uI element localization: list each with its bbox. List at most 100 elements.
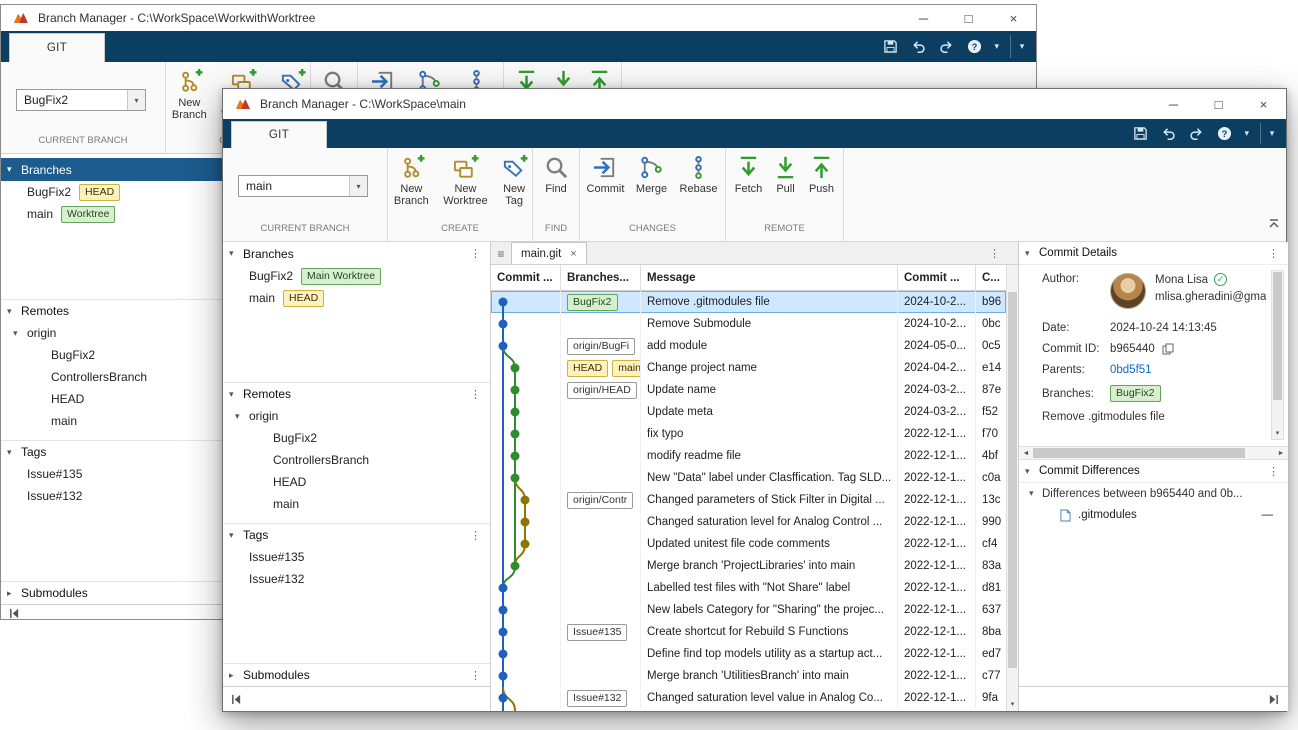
sidebar-section-header-tags[interactable]: ▾Tags <box>1 440 222 463</box>
tree-item[interactable]: mainWorktree <box>1 203 222 225</box>
kebab-menu-icon[interactable]: ⋮ <box>470 529 481 542</box>
tree-item[interactable]: BugFix2HEAD <box>1 181 222 203</box>
kebab-menu-icon[interactable]: ⋮ <box>989 247 1000 260</box>
minimize-button[interactable]: ─ <box>1151 89 1196 119</box>
tree-item[interactable]: BugFix2Main Worktree <box>223 265 490 287</box>
scroll-left-button[interactable]: ◄ <box>1019 450 1033 457</box>
ribbon-dropdown-icon[interactable]: ▾ <box>991 41 1002 52</box>
tree-item[interactable]: ▾origin <box>223 405 490 427</box>
tab-main-git[interactable]: main.git × <box>511 242 587 264</box>
current-branch-combobox[interactable]: main▾ <box>238 175 368 197</box>
commit-row[interactable]: origin/ContrChanged parameters of Stick … <box>491 489 1006 511</box>
column-header[interactable]: Branches... <box>561 265 641 290</box>
minimize-button[interactable]: ─ <box>901 5 946 31</box>
tree-item[interactable]: BugFix2 <box>223 427 490 449</box>
undo-button[interactable] <box>907 36 930 57</box>
collapse-toolstrip-button[interactable] <box>1268 217 1280 235</box>
close-button[interactable]: × <box>1241 89 1286 119</box>
tree-item[interactable]: Issue#132 <box>223 568 490 590</box>
hamburger-menu-icon[interactable]: ≡ <box>491 247 511 261</box>
column-header[interactable]: Commit ... <box>898 265 976 290</box>
scroll-right-button[interactable]: ► <box>1274 450 1288 457</box>
redo-button[interactable] <box>935 36 958 57</box>
ribbon-overflow-button[interactable]: ▾ <box>1260 123 1283 144</box>
commit-row[interactable]: Remove Submodule2024-10-2...0bc <box>491 313 1006 335</box>
commit-row[interactable]: HEADmainChange project name2024-04-2...e… <box>491 357 1006 379</box>
tree-item[interactable]: Issue#135 <box>1 463 222 485</box>
sidebar-section-header-remotes[interactable]: ▾Remotes <box>1 299 222 322</box>
commit-row[interactable]: modify readme file2022-12-1...4bf <box>491 445 1006 467</box>
tree-item[interactable]: Issue#135 <box>223 546 490 568</box>
column-header[interactable]: C... <box>976 265 1006 290</box>
undo-button[interactable] <box>1157 123 1180 144</box>
commit-differences-header[interactable]: ▾ Commit Differences ⋮ <box>1019 460 1288 483</box>
column-header[interactable]: Commit ... <box>491 265 561 290</box>
sidebar-section-header-branches[interactable]: ▾Branches⋮ <box>223 242 490 265</box>
sidebar-section-header-tags[interactable]: ▾Tags⋮ <box>223 523 490 546</box>
details-horizontal-scrollbar[interactable]: ◄ ► <box>1019 446 1288 460</box>
kebab-menu-icon[interactable]: ⋮ <box>470 388 481 401</box>
collapse-panel-left-icon[interactable] <box>231 694 242 705</box>
commit-row[interactable]: Merge branch 'UtilitiesBranch' into main… <box>491 665 1006 687</box>
commit-row[interactable]: Issue#132Changed saturation level value … <box>491 687 1006 709</box>
rebase-button[interactable]: Rebase <box>676 154 722 195</box>
kebab-menu-icon[interactable]: ⋮ <box>1268 465 1279 478</box>
commit-row[interactable]: New "Data" label under Clasffication. Ta… <box>491 467 1006 489</box>
new-branch-button[interactable]: New Branch <box>388 154 435 208</box>
scroll-down-button[interactable]: ▾ <box>1272 426 1283 439</box>
history-vertical-scrollbar[interactable]: ▾ <box>1006 265 1018 711</box>
tree-item[interactable]: ControllersBranch <box>1 366 222 388</box>
tree-item[interactable]: main <box>1 410 222 432</box>
differences-summary[interactable]: ▾ Differences between b965440 and 0b... <box>1019 483 1288 504</box>
sidebar-section-header-remotes[interactable]: ▾Remotes⋮ <box>223 382 490 405</box>
save-button[interactable] <box>879 36 902 57</box>
copy-icon[interactable] <box>1162 343 1174 355</box>
push-button[interactable]: Push <box>805 154 839 195</box>
tab-git[interactable]: GIT <box>231 121 327 148</box>
maximize-button[interactable]: □ <box>1196 89 1241 119</box>
commit-row[interactable]: Merge branch 'ProjectLibraries' into mai… <box>491 555 1006 577</box>
new-tag-button[interactable]: New Tag <box>496 154 532 208</box>
scrollbar-thumb[interactable] <box>1033 448 1245 458</box>
commit-row[interactable]: Update meta2024-03-2...f52 <box>491 401 1006 423</box>
new-worktree-button[interactable]: New Worktree <box>438 154 494 208</box>
kebab-menu-icon[interactable]: ⋮ <box>470 669 481 682</box>
tree-item[interactable]: ControllersBranch <box>223 449 490 471</box>
parent-commit-link[interactable]: 0bd5f51 <box>1110 364 1152 376</box>
commit-row[interactable]: Updated unitest file code comments2022-1… <box>491 533 1006 555</box>
commit-details-header[interactable]: ▾ Commit Details ⋮ <box>1019 242 1288 265</box>
commit-row[interactable]: Define find top models utility as a star… <box>491 643 1006 665</box>
help-button[interactable]: ? <box>963 36 986 57</box>
redo-button[interactable] <box>1185 123 1208 144</box>
commit-row[interactable]: origin/BugFiadd module2024-05-0...0c5 <box>491 335 1006 357</box>
column-header[interactable]: Message <box>641 265 898 290</box>
commit-row[interactable]: Issue#135Create shortcut for Rebuild S F… <box>491 621 1006 643</box>
tab-git[interactable]: GIT <box>9 33 105 62</box>
tree-item[interactable]: BugFix2 <box>1 344 222 366</box>
fetch-button[interactable]: Fetch <box>731 154 767 195</box>
sidebar-section-header-submodules[interactable]: ▸Submodules⋮ <box>223 663 490 686</box>
diff-file-row[interactable]: .gitmodules — <box>1019 504 1288 526</box>
commit-row[interactable]: New labels Category for "Sharing" the pr… <box>491 599 1006 621</box>
tree-item[interactable]: Issue#132 <box>1 485 222 507</box>
details-vertical-scrollbar[interactable]: ▾ <box>1271 270 1284 440</box>
ribbon-dropdown-icon[interactable]: ▾ <box>1241 128 1252 139</box>
find-button[interactable]: Find <box>538 154 574 195</box>
commit-button[interactable]: Commit <box>584 154 628 195</box>
close-button[interactable]: × <box>991 5 1036 31</box>
collapse-panel-left-icon[interactable] <box>9 608 20 619</box>
commit-row[interactable]: Changed saturation level for Analog Cont… <box>491 511 1006 533</box>
current-branch-combobox[interactable]: BugFix2▾ <box>16 89 146 111</box>
tree-item[interactable]: main <box>223 493 490 515</box>
new-branch-button[interactable]: New Branch <box>166 68 213 122</box>
merge-button[interactable]: Merge <box>631 154 673 195</box>
commit-row[interactable]: BugFix2Remove .gitmodules file2024-10-2.… <box>491 291 1006 313</box>
collapse-panel-right-icon[interactable] <box>1268 694 1279 705</box>
kebab-menu-icon[interactable]: ⋮ <box>470 247 481 260</box>
ribbon-overflow-button[interactable]: ▾ <box>1010 35 1033 58</box>
tree-item[interactable]: HEAD <box>223 471 490 493</box>
tree-item[interactable]: mainHEAD <box>223 287 490 309</box>
tree-item[interactable]: HEAD <box>1 388 222 410</box>
commit-row[interactable]: Labelled test files with "Not Share" lab… <box>491 577 1006 599</box>
help-button[interactable]: ? <box>1213 123 1236 144</box>
